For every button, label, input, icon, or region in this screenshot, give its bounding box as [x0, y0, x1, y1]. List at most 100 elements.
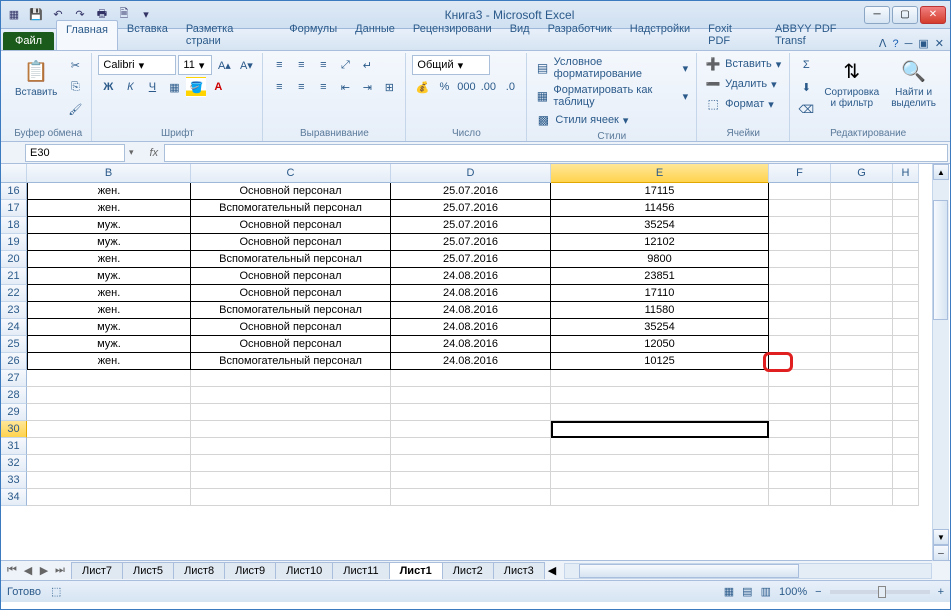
cell-styles-button[interactable]: ▩Стили ячеек ▾ [533, 111, 630, 129]
sheet-tab[interactable]: Лист11 [332, 562, 389, 579]
ribbon-tab-foxit-pdf[interactable]: Foxit PDF [699, 20, 766, 50]
cell[interactable] [769, 200, 831, 217]
zoom-out-icon[interactable]: − [815, 586, 821, 598]
maximize-button[interactable]: ▢ [892, 6, 918, 24]
cell[interactable] [893, 472, 919, 489]
fx-icon[interactable]: fx [144, 147, 165, 159]
cell[interactable] [893, 319, 919, 336]
ribbon-tab-формулы[interactable]: Формулы [280, 20, 346, 50]
inc-decimal-icon[interactable]: .00 [478, 77, 498, 97]
cell[interactable]: 24.08.2016 [391, 336, 551, 353]
cell[interactable] [893, 302, 919, 319]
cell[interactable] [27, 387, 191, 404]
format-cells-button[interactable]: ⬚Формат ▾ [703, 95, 776, 113]
row-header[interactable]: 18 [1, 217, 27, 234]
cell[interactable]: муж. [27, 217, 191, 234]
cell[interactable] [191, 421, 391, 438]
cell[interactable]: жен. [27, 302, 191, 319]
cell[interactable] [191, 472, 391, 489]
shrink-font-icon[interactable]: A▾ [236, 55, 256, 75]
col-header-D[interactable]: D [391, 164, 551, 183]
percent-icon[interactable]: % [434, 77, 454, 97]
fill-color-icon[interactable]: 🪣 [186, 77, 206, 97]
cell[interactable]: жен. [27, 353, 191, 370]
row-header[interactable]: 19 [1, 234, 27, 251]
cell[interactable] [769, 438, 831, 455]
border-icon[interactable]: ▦ [164, 77, 184, 97]
cell[interactable]: 24.08.2016 [391, 285, 551, 302]
cell[interactable] [769, 217, 831, 234]
cell[interactable]: 35254 [551, 319, 769, 336]
cell[interactable] [391, 438, 551, 455]
cell[interactable]: 23851 [551, 268, 769, 285]
cell[interactable]: жен. [27, 251, 191, 268]
sheet-tab[interactable]: Лист1 [389, 562, 443, 579]
cell[interactable] [831, 200, 893, 217]
cell[interactable]: 24.08.2016 [391, 353, 551, 370]
cell[interactable] [831, 455, 893, 472]
cell[interactable]: 25.07.2016 [391, 183, 551, 200]
cell[interactable] [391, 370, 551, 387]
row-header[interactable]: 25 [1, 336, 27, 353]
cell[interactable] [769, 336, 831, 353]
cell[interactable] [831, 302, 893, 319]
cell[interactable] [551, 421, 769, 438]
sheet-tab[interactable]: Лист5 [122, 562, 174, 579]
cell[interactable]: 35254 [551, 217, 769, 234]
cell[interactable] [191, 438, 391, 455]
paste-button[interactable]: 📋 Вставить [11, 55, 61, 100]
font-size-combo[interactable]: 11▾ [178, 55, 212, 75]
align-center-icon[interactable]: ≡ [291, 77, 311, 97]
cell[interactable] [831, 183, 893, 200]
col-header-H[interactable]: H [893, 164, 919, 183]
cell[interactable] [191, 387, 391, 404]
col-header-B[interactable]: B [27, 164, 191, 183]
cell[interactable] [391, 472, 551, 489]
doc-minimize-icon[interactable]: ─ [905, 38, 913, 50]
cell[interactable]: муж. [27, 268, 191, 285]
zoom-slider[interactable] [830, 590, 930, 594]
spreadsheet-grid[interactable]: BCDEFGH16жен.Основной персонал25.07.2016… [1, 164, 950, 560]
cell[interactable] [551, 472, 769, 489]
cell[interactable]: 25.07.2016 [391, 251, 551, 268]
cell[interactable] [191, 370, 391, 387]
vscroll-split-icon[interactable]: ─ [933, 545, 949, 561]
number-format-combo[interactable]: Общий▾ [412, 55, 490, 75]
view-pagebreak-icon[interactable]: ▥ [761, 585, 771, 598]
col-header-F[interactable]: F [769, 164, 831, 183]
conditional-formatting-button[interactable]: ▤Условное форматирование ▾ [533, 55, 690, 81]
row-header[interactable]: 32 [1, 455, 27, 472]
cell[interactable] [551, 370, 769, 387]
cell[interactable]: 12050 [551, 336, 769, 353]
row-header[interactable]: 34 [1, 489, 27, 506]
vertical-scrollbar[interactable]: ▲ ▼ ─ [932, 164, 949, 561]
namebox-dropdown-icon[interactable]: ▾ [129, 147, 134, 158]
align-top-icon[interactable]: ≡ [269, 55, 289, 75]
sheet-tab[interactable]: Лист3 [493, 562, 545, 579]
cell[interactable]: 17115 [551, 183, 769, 200]
cell[interactable] [27, 472, 191, 489]
align-right-icon[interactable]: ≡ [313, 77, 333, 97]
doc-restore-icon[interactable]: ▣ [918, 37, 928, 50]
formula-input[interactable] [164, 144, 948, 162]
hscroll-thumb[interactable] [579, 564, 799, 578]
cell[interactable]: 11580 [551, 302, 769, 319]
cell[interactable] [831, 217, 893, 234]
cell[interactable]: жен. [27, 285, 191, 302]
underline-icon[interactable]: Ч [142, 77, 162, 97]
cell[interactable] [769, 472, 831, 489]
cell[interactable]: муж. [27, 336, 191, 353]
cell[interactable] [831, 489, 893, 506]
cell[interactable] [551, 455, 769, 472]
grow-font-icon[interactable]: A▴ [214, 55, 234, 75]
cell[interactable] [831, 472, 893, 489]
row-header[interactable]: 31 [1, 438, 27, 455]
cell[interactable] [893, 200, 919, 217]
cell[interactable] [769, 387, 831, 404]
ribbon-tab-вставка[interactable]: Вставка [118, 20, 177, 50]
align-left-icon[interactable]: ≡ [269, 77, 289, 97]
cell[interactable] [893, 353, 919, 370]
ribbon-tab-главная[interactable]: Главная [56, 20, 118, 50]
insert-cells-button[interactable]: ➕Вставить ▾ [703, 55, 783, 73]
name-box[interactable]: E30 [25, 144, 125, 162]
